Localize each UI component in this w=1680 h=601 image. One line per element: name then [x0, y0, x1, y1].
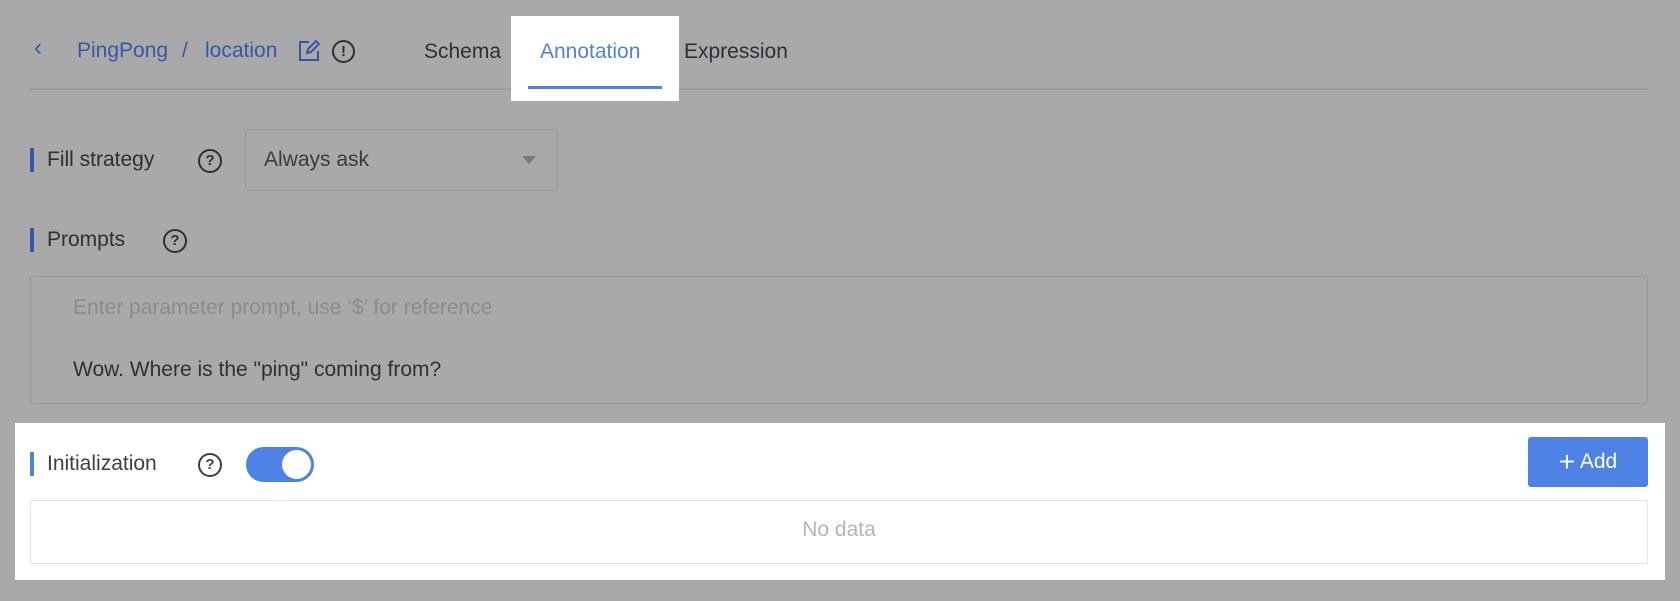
- fill-strategy-value: Always ask: [264, 148, 370, 171]
- back-icon[interactable]: ‹: [34, 34, 42, 62]
- add-button[interactable]: + Add: [1528, 437, 1648, 487]
- initialization-label: Initialization: [47, 452, 157, 475]
- breadcrumb-project[interactable]: PingPong: [77, 36, 168, 66]
- empty-text: No data: [802, 518, 876, 541]
- fill-strategy-select[interactable]: Always ask: [245, 129, 558, 191]
- tab-annotation-label: Annotation: [540, 40, 641, 63]
- initialization-panel: Initialization ? + Add No data: [15, 423, 1665, 580]
- section-marker: [30, 148, 34, 172]
- prompt-value[interactable]: Wow. Where is the "ping" coming from?: [73, 356, 441, 384]
- prompts-label: Prompts: [47, 228, 126, 251]
- tab-annotation[interactable]: Annotation: [511, 16, 679, 101]
- initialization-table: No data: [30, 500, 1648, 564]
- info-icon[interactable]: !: [332, 40, 355, 63]
- initialization-toggle[interactable]: [246, 447, 314, 482]
- help-icon[interactable]: ?: [163, 229, 187, 253]
- plus-icon: +: [1558, 446, 1576, 477]
- active-tab-underline: [528, 86, 662, 89]
- toggle-knob: [282, 450, 311, 479]
- section-marker: [30, 452, 34, 476]
- help-icon[interactable]: ?: [198, 453, 222, 477]
- prompts-textarea[interactable]: Enter parameter prompt, use ‘$’ for refe…: [30, 276, 1648, 404]
- header-divider: [30, 88, 1648, 90]
- fill-strategy-label: Fill strategy: [47, 148, 155, 171]
- add-label: Add: [1579, 450, 1618, 473]
- section-marker: [30, 228, 34, 252]
- help-icon[interactable]: ?: [198, 149, 222, 173]
- prompts-placeholder: Enter parameter prompt, use ‘$’ for refe…: [73, 296, 493, 319]
- edit-icon[interactable]: [298, 40, 320, 62]
- breadcrumb-parameter: location: [205, 39, 278, 62]
- caret-down-icon: [522, 156, 536, 164]
- breadcrumb-separator: /: [182, 39, 188, 62]
- tab-schema[interactable]: Schema: [424, 38, 501, 66]
- tab-expression[interactable]: Expression: [684, 38, 788, 66]
